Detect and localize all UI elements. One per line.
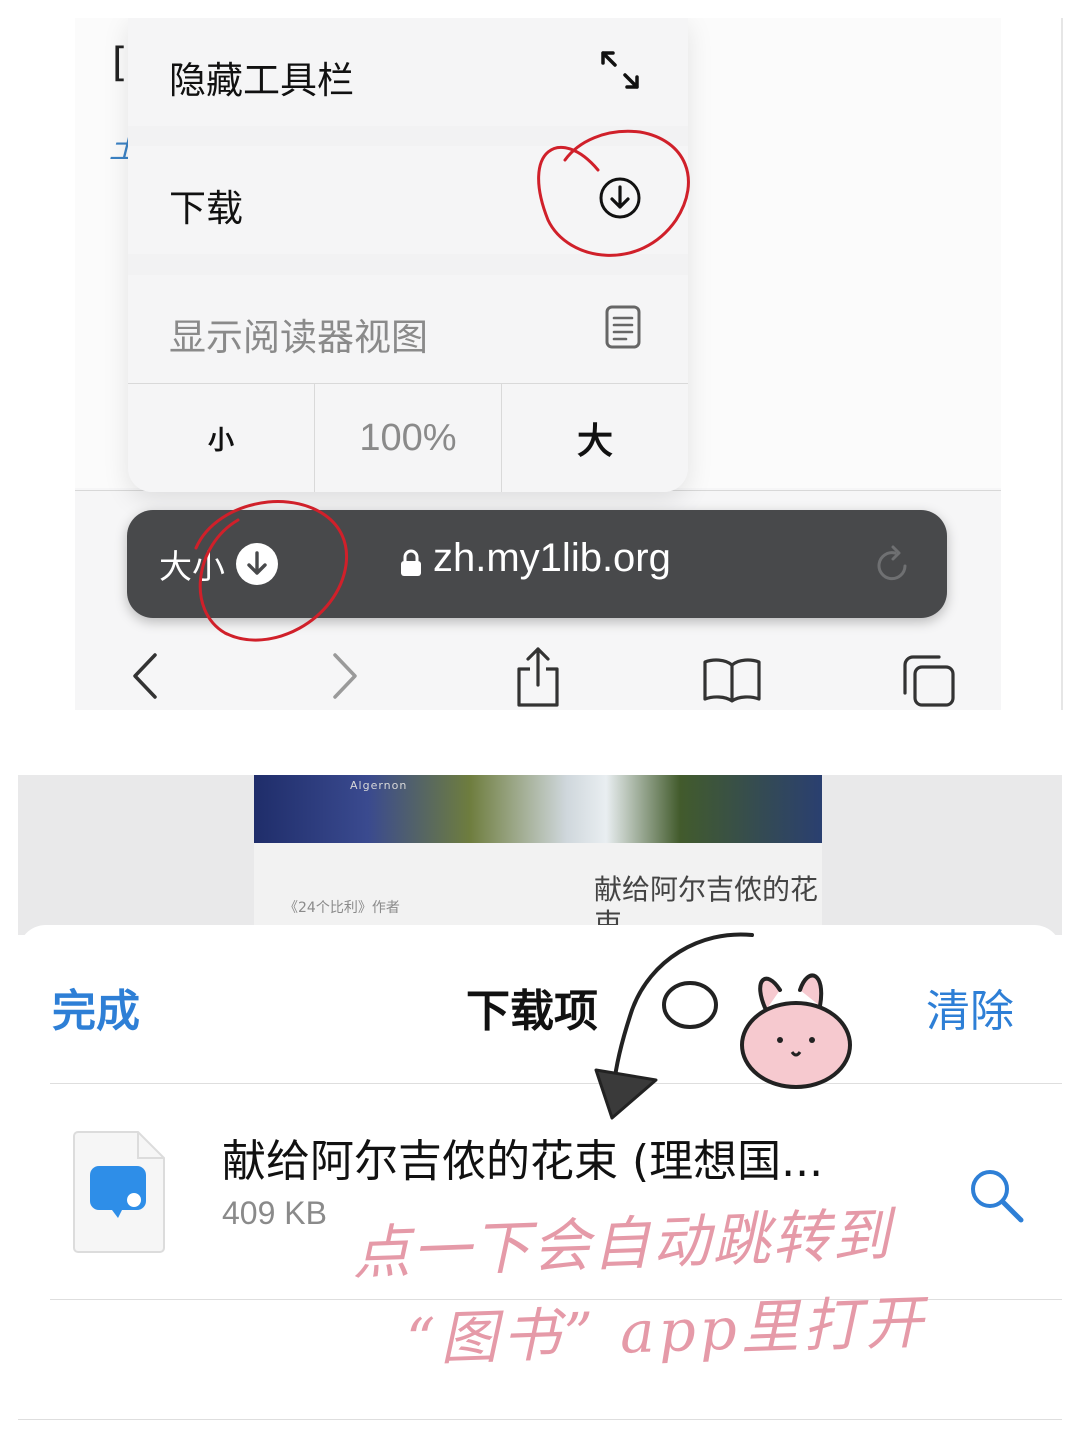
zoom-out-label: 小 — [207, 425, 234, 456]
zoom-in-button[interactable]: 大 — [502, 384, 688, 492]
book-cover: Algernon 《24个比利》作者 献给阿尔吉侬的花束 — [254, 775, 822, 935]
download-circle-icon — [598, 176, 642, 224]
screenshot-edge — [1061, 18, 1063, 710]
download-file-name[interactable]: 献给阿尔吉侬的花束 (理想国... — [222, 1125, 823, 1189]
reader-document-icon — [604, 304, 642, 354]
expand-arrows-icon — [598, 48, 642, 96]
chevron-left-icon[interactable] — [127, 651, 163, 705]
clear-button[interactable]: 清除 — [926, 975, 1014, 1039]
file-icon — [70, 1130, 168, 1258]
menu-item-label: 下载 — [169, 187, 243, 230]
menu-item-hide-toolbar[interactable]: 隐藏工具栏 — [128, 18, 688, 126]
book-author-line: 《24个比利》作者 — [284, 900, 400, 916]
download-file-size: 409 KB — [222, 1195, 327, 1231]
zoom-controls: 小 100% 大 — [128, 384, 688, 492]
cover-art-text: Algernon — [350, 779, 408, 792]
menu-item-reader-view[interactable]: 显示阅读器视图 — [128, 275, 688, 384]
download-progress-icon[interactable] — [235, 542, 279, 590]
divider — [50, 1083, 1062, 1084]
lock-icon — [399, 548, 423, 582]
zoom-level[interactable]: 100% — [315, 384, 501, 492]
search-icon[interactable] — [966, 1165, 1026, 1229]
sheet-title: 下载项 — [466, 986, 598, 1037]
page-size-button[interactable]: 大小 — [159, 540, 225, 588]
zoom-in-label: 大 — [576, 421, 613, 462]
share-icon[interactable] — [511, 645, 565, 710]
done-button[interactable]: 完成 — [52, 975, 140, 1039]
reload-icon[interactable] — [871, 542, 915, 590]
menu-item-label: 显示阅读器视图 — [169, 316, 428, 359]
page-partial-text: [ — [112, 40, 128, 86]
address-bar[interactable]: 大小 zh.my1lib.org — [127, 510, 947, 618]
book-icon[interactable] — [701, 655, 763, 707]
page-menu: 隐藏工具栏 下载 显示阅读器视图 小 100% 大 — [128, 18, 688, 492]
chevron-right-icon[interactable] — [327, 651, 363, 705]
menu-item-label: 隐藏工具栏 — [169, 59, 354, 102]
tabs-icon[interactable] — [899, 653, 957, 710]
safari-toolbar — [75, 633, 1001, 710]
cover-art: Algernon — [254, 775, 822, 843]
menu-item-download[interactable]: 下载 — [128, 146, 688, 254]
divider — [18, 1419, 1062, 1420]
safari-screenshot: [ 土 隐藏工具栏 下载 显示阅读器视图 小 100% 大 大小 zh.my1l… — [75, 18, 1001, 710]
zoom-out-button[interactable]: 小 — [128, 384, 314, 492]
url-text[interactable]: zh.my1lib.org — [433, 536, 671, 581]
